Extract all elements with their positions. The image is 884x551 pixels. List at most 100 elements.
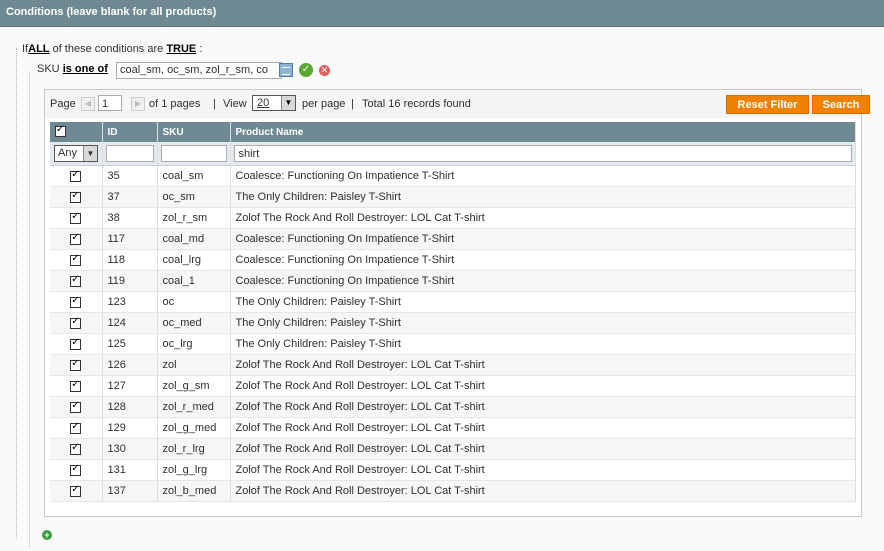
column-header-sku[interactable]: SKU	[157, 122, 231, 142]
column-header-product-name[interactable]: Product Name	[230, 122, 856, 142]
row-checkbox[interactable]	[70, 420, 82, 434]
row-checkbox[interactable]	[70, 294, 82, 308]
row-checkbox[interactable]	[70, 315, 82, 329]
pager-separator: |	[351, 98, 354, 110]
row-checkbox[interactable]	[70, 336, 82, 350]
row-checkbox-cell	[50, 333, 103, 355]
table-row[interactable]: 128zol_r_medZolof The Rock And Roll Dest…	[50, 396, 856, 418]
cell-sku: oc_lrg	[157, 333, 231, 355]
checkbox-checked[interactable]	[55, 123, 66, 138]
table-row[interactable]: 117coal_mdCoalesce: Functioning On Impat…	[50, 228, 856, 250]
sku-value-input[interactable]: coal_sm, oc_sm, zol_r_sm, co	[116, 62, 282, 79]
row-checkbox-cell	[50, 396, 103, 418]
next-page-icon[interactable]: ▶	[131, 97, 145, 111]
cell-id: 131	[102, 459, 158, 481]
column-header-id[interactable]: ID	[102, 122, 158, 142]
row-checkbox-cell	[50, 165, 103, 187]
list-chooser-icon[interactable]	[279, 63, 293, 77]
select-all-header[interactable]	[50, 122, 103, 142]
sku-attribute[interactable]: SKU	[37, 63, 60, 75]
row-checkbox[interactable]	[70, 483, 82, 497]
chevron-down-icon: ▼	[83, 146, 97, 161]
table-row[interactable]: 119coal_1Coalesce: Functioning On Impati…	[50, 270, 856, 292]
row-checkbox[interactable]	[70, 252, 82, 266]
add-condition-icon[interactable]: +	[42, 530, 52, 540]
row-checkbox-cell	[50, 375, 103, 397]
prev-page-icon[interactable]: ◀	[81, 97, 95, 111]
cell-id: 35	[102, 165, 158, 187]
sku-rule-line: SKU is one of	[37, 63, 108, 75]
row-checkbox[interactable]	[70, 231, 82, 245]
row-checkbox[interactable]	[70, 189, 82, 203]
table-row[interactable]: 35coal_smCoalesce: Functioning On Impati…	[50, 165, 856, 187]
cell-id: 117	[102, 228, 158, 250]
table-row[interactable]: 129zol_g_medZolof The Rock And Roll Dest…	[50, 417, 856, 439]
cell-sku: zol_r_sm	[157, 207, 231, 229]
page-count: of 1 pages	[149, 98, 201, 110]
cell-name: The Only Children: Paisley T-Shirt	[230, 291, 856, 313]
row-checkbox-cell	[50, 207, 103, 229]
row-checkbox[interactable]	[70, 357, 82, 371]
cell-sku: oc_med	[157, 312, 231, 334]
row-checkbox-cell	[50, 459, 103, 481]
row-checkbox-cell	[50, 228, 103, 250]
row-checkbox-cell	[50, 438, 103, 460]
cell-sku: coal_1	[157, 270, 231, 292]
condition-suffix: :	[199, 43, 203, 55]
table-row[interactable]: 37oc_smThe Only Children: Paisley T-Shir…	[50, 186, 856, 208]
remove-x-icon[interactable]: ✕	[319, 65, 330, 76]
filter-name-input[interactable]: shirt	[233, 145, 852, 162]
aggregator-toggle[interactable]: ALL	[28, 43, 49, 55]
cell-sku: zol_g_lrg	[157, 459, 231, 481]
reset-filter-button[interactable]: Reset Filter	[726, 95, 809, 114]
row-checkbox-cell	[50, 249, 103, 271]
cell-name: Zolof The Rock And Roll Destroyer: LOL C…	[230, 375, 856, 397]
cell-id: 129	[102, 417, 158, 439]
cell-sku: zol_r_lrg	[157, 438, 231, 460]
row-checkbox-cell	[50, 270, 103, 292]
page-input[interactable]: 1	[98, 95, 122, 111]
filter-sku-cell	[157, 142, 231, 166]
cell-sku: zol	[157, 354, 231, 376]
table-row[interactable]: 118coal_lrgCoalesce: Functioning On Impa…	[50, 249, 856, 271]
cell-id: 130	[102, 438, 158, 460]
filter-sku-input[interactable]	[160, 145, 227, 162]
table-row[interactable]: 127zol_g_smZolof The Rock And Roll Destr…	[50, 375, 856, 397]
table-row[interactable]: 126zolZolof The Rock And Roll Destroyer:…	[50, 354, 856, 376]
search-button[interactable]: Search	[812, 95, 870, 114]
table-row[interactable]: 125oc_lrgThe Only Children: Paisley T-Sh…	[50, 333, 856, 355]
apply-checkmark-icon[interactable]: ✓	[299, 63, 313, 77]
row-checkbox[interactable]	[70, 441, 82, 455]
table-row[interactable]: 123ocThe Only Children: Paisley T-Shirt	[50, 291, 856, 313]
table-row[interactable]: 131zol_g_lrgZolof The Rock And Roll Dest…	[50, 459, 856, 481]
table-row[interactable]: 124oc_medThe Only Children: Paisley T-Sh…	[50, 312, 856, 334]
operator-toggle[interactable]: is one of	[63, 63, 108, 75]
per-page-label: per page	[302, 98, 346, 110]
filter-select-value: Any	[58, 147, 77, 159]
filter-id-input[interactable]	[105, 145, 154, 162]
table-row[interactable]: 130zol_r_lrgZolof The Rock And Roll Dest…	[50, 438, 856, 460]
row-checkbox[interactable]	[70, 210, 82, 224]
per-page-select[interactable]: 20 ▼	[252, 95, 296, 111]
row-checkbox[interactable]	[70, 273, 82, 287]
table-row[interactable]: 38zol_r_smZolof The Rock And Roll Destro…	[50, 207, 856, 229]
table-row[interactable]: 137zol_b_medZolof The Rock And Roll Dest…	[50, 480, 856, 502]
row-checkbox-cell	[50, 312, 103, 334]
cell-sku: zol_g_sm	[157, 375, 231, 397]
row-checkbox-cell	[50, 480, 103, 502]
cell-id: 137	[102, 480, 158, 502]
value-toggle[interactable]: TRUE	[166, 43, 196, 55]
row-checkbox[interactable]	[70, 378, 82, 392]
filter-select[interactable]: Any ▼	[54, 145, 98, 162]
cell-sku: coal_lrg	[157, 249, 231, 271]
page-label: Page	[50, 98, 76, 110]
row-checkbox[interactable]	[70, 462, 82, 476]
row-checkbox[interactable]	[70, 168, 82, 182]
chevron-down-icon: ▼	[281, 96, 295, 110]
per-page-value: 20	[257, 97, 270, 109]
pager-separator: |	[213, 98, 216, 110]
cell-name: Zolof The Rock And Roll Destroyer: LOL C…	[230, 396, 856, 418]
cell-id: 128	[102, 396, 158, 418]
filter-select-cell: Any ▼	[50, 142, 103, 166]
row-checkbox[interactable]	[70, 399, 82, 413]
